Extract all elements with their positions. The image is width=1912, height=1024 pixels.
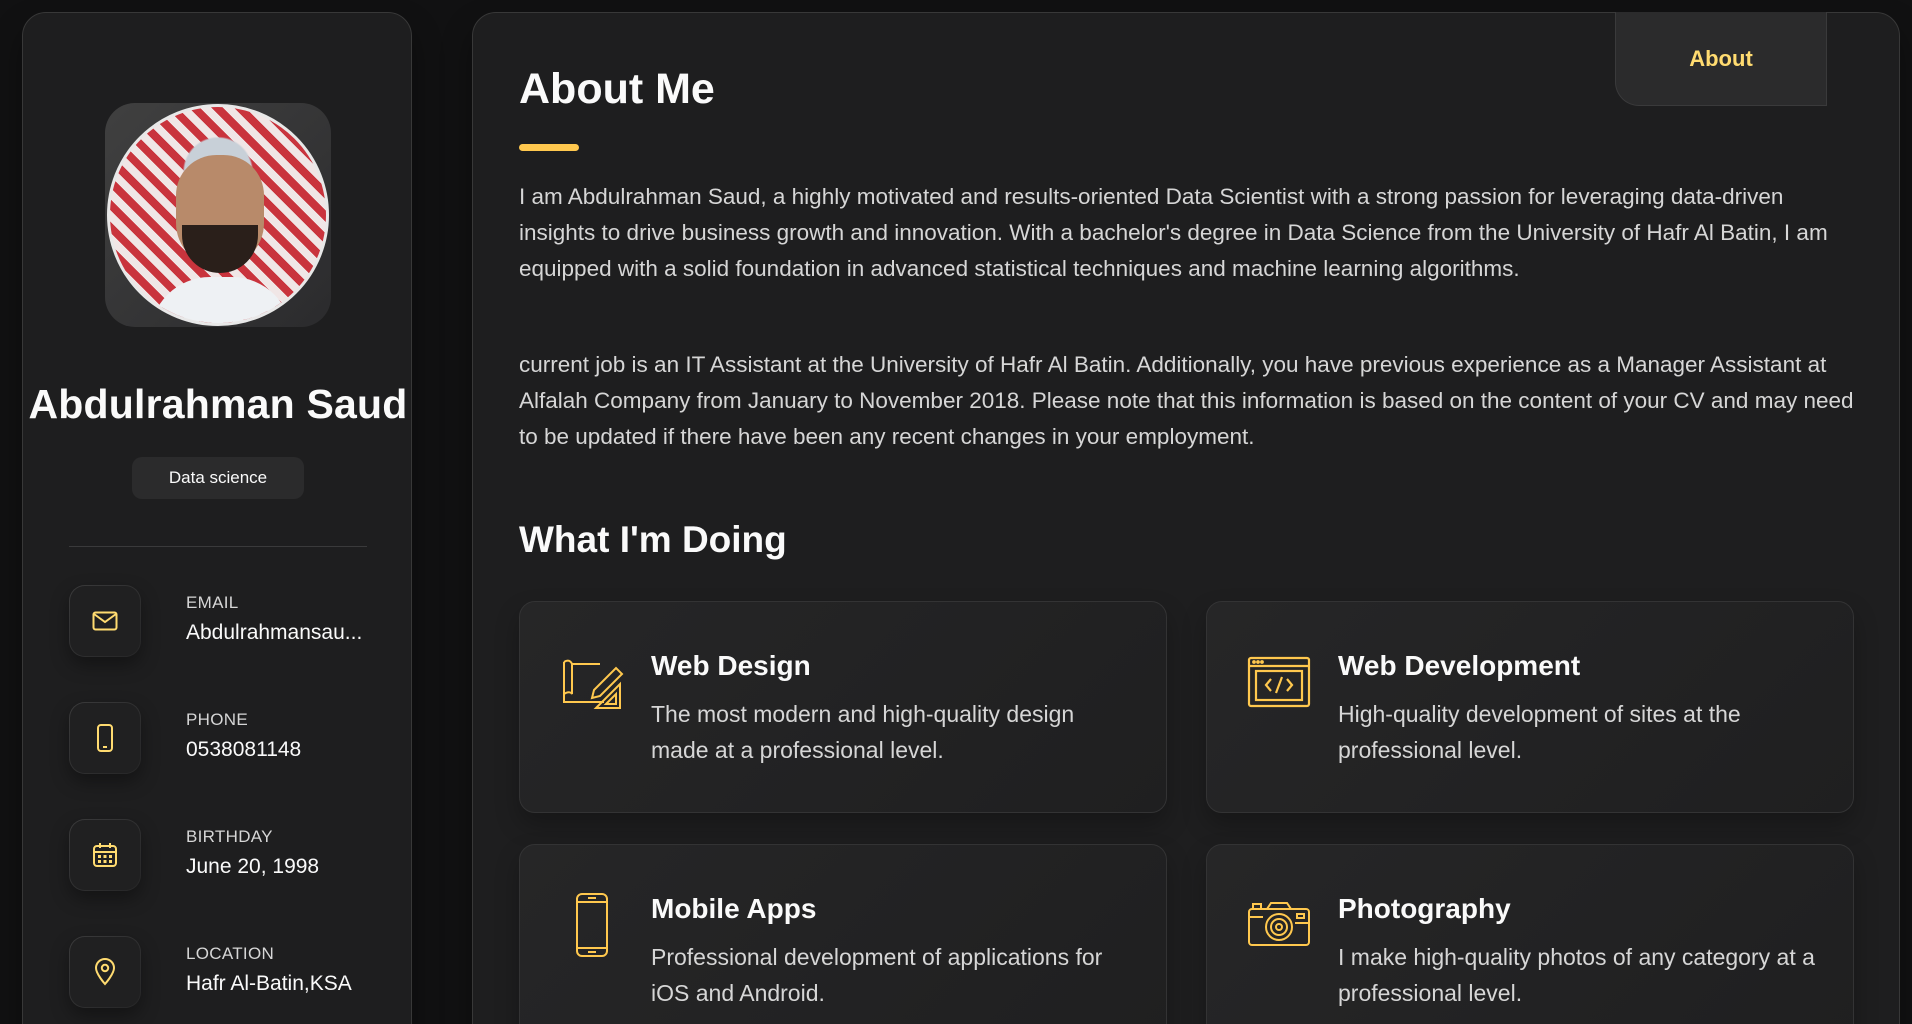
about-paragraph-1: I am Abdulrahman Saud, a highly motivate…	[519, 184, 1828, 281]
separator	[69, 546, 367, 547]
title-underline	[519, 144, 579, 151]
service-item-mobile-apps: Mobile Apps Professional development of …	[519, 844, 1167, 1024]
avatar	[107, 104, 329, 326]
about-paragraph-2: current job is an IT Assistant at the Un…	[519, 352, 1854, 449]
service-item-web-design: Web Design The most modern and high-qual…	[519, 601, 1167, 813]
main-content: About About Me I am Abdulrahman Saud, a …	[472, 12, 1900, 1024]
design-icon	[560, 650, 624, 714]
page: Abdulrahman Saud Data science Email Abdu…	[0, 0, 1912, 1024]
service-title: Web Design	[651, 650, 811, 681]
sidebar: Abdulrahman Saud Data science Email Abdu…	[22, 12, 412, 1024]
email-link[interactable]: Abdulrahmansau...	[186, 621, 386, 645]
camera-icon	[1247, 893, 1311, 957]
birthday-value: June 20, 1998	[186, 855, 320, 878]
service-text: Professional development of applications…	[651, 944, 1103, 1006]
location-icon	[69, 936, 141, 1008]
nav-link-about[interactable]: About	[1689, 46, 1753, 72]
service-text: High-quality development of sites at the…	[1338, 701, 1741, 763]
service-item-photography: Photography I make high-quality photos o…	[1206, 844, 1854, 1024]
service-text: I make high-quality photos of any catego…	[1338, 944, 1815, 1006]
contact-phone: Phone 0538081148	[69, 702, 399, 774]
phone-icon	[69, 702, 141, 774]
service-text: The most modern and high-quality design …	[651, 701, 1075, 763]
contact-label: Email	[186, 593, 239, 612]
services-title: What I'm Doing	[519, 519, 787, 560]
avatar-container	[105, 103, 331, 327]
contact-location: Location Hafr Al-Batin,KSA	[69, 936, 399, 1008]
profile-name: Abdulrahman Saud	[28, 381, 408, 427]
contact-email: Email Abdulrahmansau...	[69, 585, 399, 657]
code-window-icon	[1247, 650, 1311, 714]
service-item-web-development: Web Development High-quality development…	[1206, 601, 1854, 813]
navbar: About	[1615, 12, 1827, 106]
mobile-icon	[560, 893, 624, 957]
mail-icon	[69, 585, 141, 657]
location-value: Hafr Al-Batin,KSA	[186, 972, 352, 995]
profile-title-badge: Data science	[132, 457, 304, 499]
service-title: Photography	[1338, 893, 1511, 924]
contact-label: Location	[186, 944, 275, 963]
calendar-icon	[69, 819, 141, 891]
contact-label: Phone	[186, 710, 248, 729]
phone-link[interactable]: 0538081148	[186, 738, 386, 762]
service-title: Mobile Apps	[651, 893, 817, 924]
service-title: Web Development	[1338, 650, 1581, 681]
article-title: About Me	[519, 65, 715, 113]
contact-birthday: Birthday June 20, 1998	[69, 819, 399, 891]
contact-label: Birthday	[186, 827, 273, 846]
